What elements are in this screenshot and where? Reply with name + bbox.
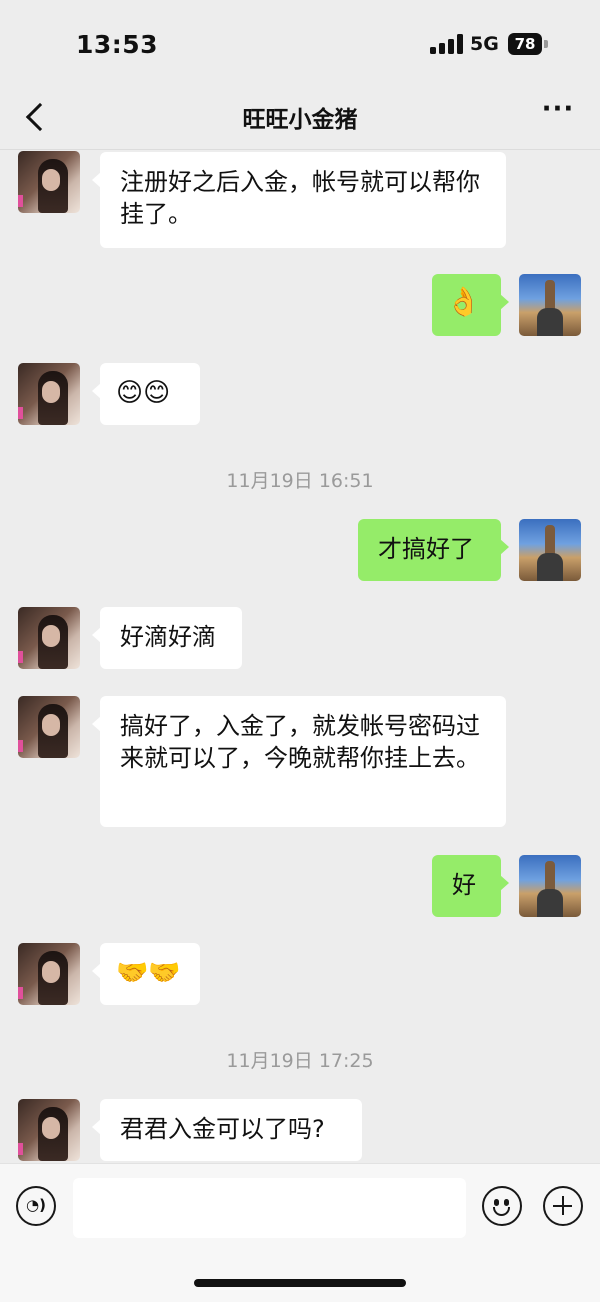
contact-avatar[interactable] xyxy=(18,151,80,213)
network-type: 5G xyxy=(470,33,499,55)
header-divider xyxy=(0,149,600,150)
message-text: 👌 xyxy=(446,285,481,318)
message-bubble-outgoing[interactable]: 才搞好了 xyxy=(358,519,509,581)
message-bubble-outgoing[interactable]: 好 xyxy=(432,855,509,917)
message-text: 好 xyxy=(452,871,476,899)
timestamp: 11月19日 17:25 xyxy=(226,1050,374,1072)
contact-avatar[interactable] xyxy=(18,696,80,758)
signal-icon xyxy=(430,34,464,54)
message-bubble-incoming[interactable]: 君君入金可以了吗? xyxy=(92,1099,362,1161)
message-text: 君君入金可以了吗? xyxy=(120,1115,325,1143)
contact-avatar[interactable] xyxy=(18,943,80,1005)
message-text: 好滴好滴 xyxy=(120,623,216,651)
message-bubble-incoming[interactable]: 搞好了，入金了，就发帐号密码过来就可以了，今晚就帮你挂上去。 xyxy=(92,696,506,827)
contact-avatar[interactable] xyxy=(18,1099,80,1161)
message-bubble-incoming[interactable]: 🤝🤝 xyxy=(92,943,200,1005)
chat-header: 旺旺小金猪 ··· xyxy=(0,88,600,148)
battery-tip xyxy=(544,40,548,48)
timestamp: 11月19日 16:51 xyxy=(226,470,374,492)
message-bubble-outgoing[interactable]: 👌 xyxy=(432,274,509,336)
my-avatar[interactable] xyxy=(519,855,581,917)
chat-title: 旺旺小金猪 xyxy=(242,107,358,133)
more-options-icon[interactable]: ··· xyxy=(536,96,580,130)
emoji-icon[interactable] xyxy=(482,1186,522,1226)
message-input[interactable] xyxy=(73,1178,466,1238)
message-text: 🤝🤝 xyxy=(116,958,181,988)
contact-avatar[interactable] xyxy=(18,363,80,425)
my-avatar[interactable] xyxy=(519,519,581,581)
message-text: 才搞好了 xyxy=(378,535,474,563)
home-indicator[interactable] xyxy=(194,1279,406,1287)
message-bubble-incoming[interactable]: 注册好之后入金，帐号就可以帮你挂了。 xyxy=(92,152,506,248)
message-text: 😊😊 xyxy=(116,378,171,408)
message-text: 搞好了，入金了，就发帐号密码过来就可以了，今晚就帮你挂上去。 xyxy=(120,712,480,772)
my-avatar[interactable] xyxy=(519,274,581,336)
plus-icon[interactable] xyxy=(543,1186,583,1226)
status-time: 13:53 xyxy=(76,30,159,59)
message-bubble-incoming[interactable]: 好滴好滴 xyxy=(92,607,242,669)
contact-avatar[interactable] xyxy=(18,607,80,669)
message-bubble-incoming[interactable]: 😊😊 xyxy=(92,363,200,425)
battery-icon: 78 xyxy=(508,33,542,55)
status-bar: 13:53 5G 78 xyxy=(0,0,600,90)
message-text: 注册好之后入金，帐号就可以帮你挂了。 xyxy=(120,168,480,228)
voice-icon[interactable]: ◔) xyxy=(16,1186,56,1226)
